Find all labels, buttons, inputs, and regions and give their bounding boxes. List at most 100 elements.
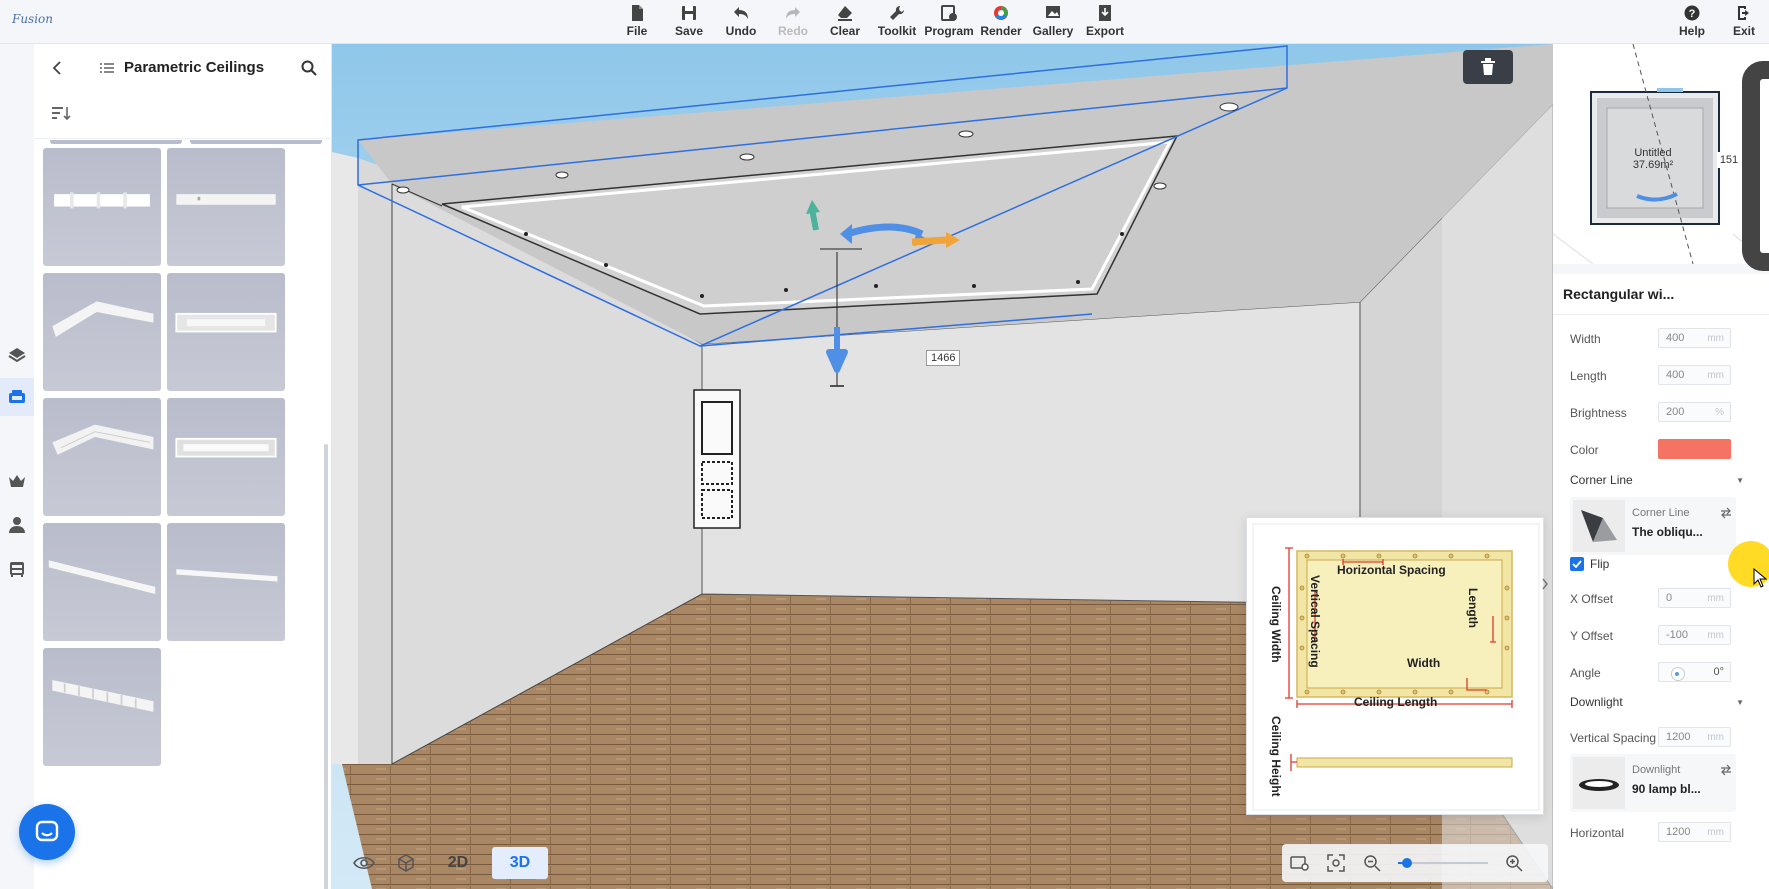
export-button[interactable]: Export (1079, 2, 1131, 42)
minimap-toggle-button[interactable] (1739, 56, 1769, 271)
catalog-item[interactable] (167, 148, 285, 266)
ceiling-preview-image (48, 560, 156, 594)
undo-button[interactable]: Undo (715, 2, 767, 42)
swap-icon[interactable] (1720, 507, 1732, 519)
rail-floorplan-button[interactable] (4, 342, 30, 368)
delete-button[interactable] (1463, 50, 1513, 84)
ceiling-preview-image (175, 437, 277, 458)
corner-line-card[interactable]: Corner Line The obliqu... (1570, 497, 1736, 555)
help-button[interactable]: ? Help (1666, 2, 1718, 42)
catalog-item[interactable] (43, 523, 161, 641)
checkbox-checked-icon (1570, 557, 1584, 571)
angle-dial-icon[interactable] (1671, 667, 1685, 681)
eye-icon (353, 856, 375, 870)
sort-icon[interactable] (52, 106, 72, 122)
layers-icon (8, 348, 26, 363)
brightness-row: Brightness 200% (1570, 402, 1760, 424)
height-dimension-label[interactable]: 1466 (926, 350, 961, 366)
clear-button[interactable]: Clear (819, 2, 871, 42)
chevron-right-icon (1542, 578, 1548, 590)
render-button[interactable]: Render (975, 2, 1027, 42)
exit-button[interactable]: Exit (1718, 2, 1769, 42)
catalog-item-partial[interactable] (50, 140, 182, 144)
y-offset-input[interactable]: -100 mm (1658, 625, 1731, 645)
mode-2d-button[interactable]: 2D (430, 847, 486, 879)
catalog-title: Parametric Ceilings (124, 59, 265, 76)
exit-icon (1738, 6, 1749, 20)
zoom-in-button[interactable] (1496, 847, 1532, 879)
ceiling-icon (9, 390, 25, 403)
rail-decor-button[interactable] (4, 468, 30, 494)
y-offset-row: Y Offset -100 mm (1570, 625, 1760, 647)
zoom-slider-handle[interactable] (1402, 858, 1412, 868)
color-swatch[interactable] (1658, 439, 1731, 459)
rail-ceiling-button-active[interactable] (0, 378, 34, 416)
ceiling-preview-image (52, 679, 154, 712)
toolkit-button[interactable]: Toolkit (871, 2, 923, 42)
flip-label: Flip (1590, 557, 1610, 571)
rail-furniture-button[interactable] (4, 556, 30, 582)
visibility-button[interactable] (346, 847, 382, 879)
file-button[interactable]: File (611, 2, 663, 42)
redo-icon (786, 7, 800, 19)
mode-3d-button[interactable]: 3D (492, 847, 548, 879)
ceiling-preview-image (52, 301, 154, 337)
redo-button[interactable]: Redo (767, 2, 819, 42)
x-offset-input[interactable]: 0 mm (1658, 588, 1731, 608)
ceiling-preview-image (52, 424, 154, 455)
length-value: 400 (1666, 369, 1685, 381)
horizontal-spacing-input[interactable]: 1200 mm (1658, 822, 1731, 842)
fit-view-button[interactable] (1318, 847, 1354, 879)
swap-icon[interactable] (1720, 764, 1732, 776)
cabinet-icon (10, 562, 24, 577)
catalog-scrollbar[interactable] (324, 444, 328, 889)
angle-row: Angle 0° (1570, 662, 1760, 684)
save-button[interactable]: Save (663, 2, 715, 42)
corner-line-thumbnail (1573, 500, 1625, 552)
corner-line-section-header[interactable]: Corner Line ▼ (1570, 470, 1760, 490)
zoom-out-icon (1364, 855, 1381, 872)
crown-icon (9, 475, 25, 487)
angle-value: 0° (1713, 666, 1724, 678)
zoom-slider[interactable] (1398, 858, 1488, 868)
focus-icon (1327, 854, 1345, 872)
brightness-input[interactable]: 200% (1658, 402, 1731, 422)
width-input[interactable]: 400 mm (1658, 328, 1731, 348)
camera-view-button[interactable] (1282, 847, 1318, 879)
diagram-label-horizontal-spacing: Horizontal Spacing (1337, 563, 1446, 577)
catalog-item-partial[interactable] (190, 140, 322, 144)
downlight-card[interactable]: Downlight 90 lamp bl... (1570, 754, 1736, 812)
x-offset-unit: mm (1707, 592, 1724, 604)
catalog-item[interactable] (167, 273, 285, 391)
cube-view-button[interactable] (388, 847, 424, 879)
downlight-card-name: 90 lamp bl... (1632, 782, 1701, 796)
back-button[interactable] (48, 58, 68, 78)
angle-input[interactable]: 0° (1658, 662, 1731, 682)
vertical-spacing-input[interactable]: 1200 mm (1658, 727, 1731, 747)
top-toolbar: Fusion File Save Undo Redo Clear Toolkit Progr… (0, 0, 1769, 44)
zoom-out-button[interactable] (1354, 847, 1390, 879)
catalog-item[interactable] (167, 523, 285, 641)
catalog-item[interactable] (167, 398, 285, 516)
left-icon-rail (0, 44, 34, 889)
catalog-item[interactable] (43, 398, 161, 516)
redo-label: Redo (778, 24, 808, 38)
diagram-label-length: Length (1466, 588, 1480, 628)
chat-support-button[interactable] (19, 804, 75, 860)
program-button[interactable]: Program (923, 2, 975, 42)
flip-checkbox[interactable]: Flip (1570, 554, 1670, 574)
view-mode-controls: 2D 3D (346, 844, 548, 882)
search-icon[interactable] (300, 59, 318, 77)
right-panel: Untitled 37.69m² 151 Rectangular wi... W… (1553, 44, 1769, 889)
downlight-section-header[interactable]: Downlight ▼ (1570, 692, 1760, 712)
panel-collapse-toggle[interactable] (1538, 570, 1552, 598)
gallery-button[interactable]: Gallery (1027, 2, 1079, 42)
length-input[interactable]: 400 mm (1658, 365, 1731, 385)
ceiling-preview-image (175, 312, 277, 333)
catalog-item[interactable] (43, 648, 161, 766)
rail-user-button[interactable] (4, 512, 30, 538)
help-exit-group: ? Help Exit (1666, 2, 1769, 42)
catalog-item[interactable] (43, 273, 161, 391)
minimap[interactable]: Untitled 37.69m² 151 (1553, 44, 1769, 271)
catalog-item[interactable] (43, 148, 161, 266)
